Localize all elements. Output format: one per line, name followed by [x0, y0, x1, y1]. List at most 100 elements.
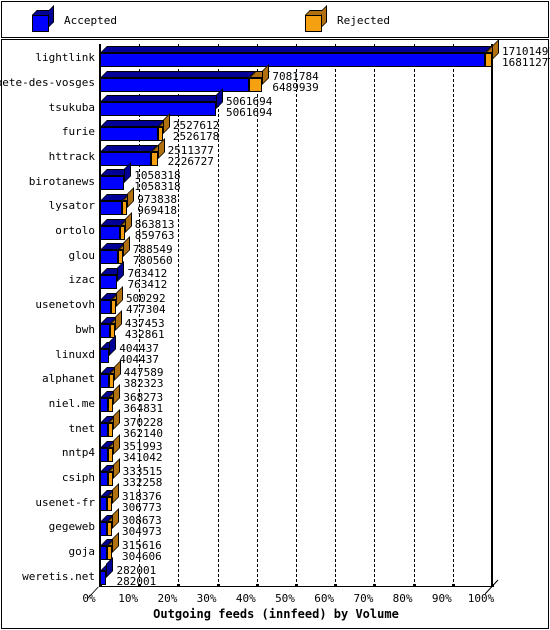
bar-birotanews [100, 162, 132, 191]
x-tick-label-70%: 70% [353, 592, 374, 605]
x-tick-mark [99, 584, 102, 587]
bar-segment-accepted [100, 349, 110, 363]
bar-segment-rejected [248, 77, 263, 92]
bar-row: bwh 437453 432861 [75, 310, 492, 341]
bar-value-labels: 1058318 1058318 [134, 170, 180, 192]
x-tick-mark [138, 584, 142, 587]
bar-value-accepted: 306773 [122, 500, 162, 514]
bar-row: usenetovh 500292 477304 [35, 285, 492, 317]
y-axis-label-httrack: httrack [48, 150, 95, 164]
bar-tsukuba [100, 88, 224, 117]
bar-usenet-fr [100, 483, 120, 512]
bar-value-accepted: 341042 [122, 451, 163, 465]
bar-segment-accepted [100, 102, 217, 117]
bar-lysator [100, 186, 135, 215]
bar-value-labels: 973838 969418 [137, 194, 177, 216]
bar-segment-rejected [106, 521, 112, 536]
plot-area: lightlink 17101491 16811277 bete-des-vosges… [0, 38, 550, 587]
bar-value-labels: 351993 341042 [123, 441, 163, 463]
bar-value-accepted: 16811277 [502, 56, 550, 70]
bar-top-face-accepted [100, 119, 165, 127]
y-axis-label-alphanet: alphanet [42, 372, 95, 386]
bar-row: httrack 2511377 2226727 [49, 137, 492, 169]
y-axis-label-gegeweb: gegeweb [48, 520, 95, 534]
y-axis-label-bete-des-vosges: bete-des-vosges [0, 76, 95, 89]
bar-value-accepted: 477304 [125, 303, 166, 317]
x-axis-title: Outgoing feeds (innfeed) by Volume [153, 607, 399, 621]
bar-value-labels: 437453 432861 [125, 318, 165, 340]
x-tick-mark [491, 584, 494, 587]
bar-izac [100, 260, 125, 289]
y-axis-label-nntp4: nntp4 [61, 446, 95, 460]
bar-segment-accepted [100, 77, 249, 92]
bar-value-accepted: 382323 [123, 377, 164, 391]
bar-value-labels: 308673 304973 [122, 515, 162, 537]
cube-icon [305, 4, 327, 32]
bar-value-accepted: 332258 [122, 475, 163, 489]
x-tick-mark [373, 584, 377, 587]
x-tick-label-0%: 0% [82, 592, 96, 605]
y-axis-label-birotanews: birotanews [28, 174, 95, 188]
y-axis-label-glou: glou [68, 248, 96, 262]
bar-value-accepted: 5061694 [226, 105, 273, 119]
bar-segment-accepted [100, 274, 118, 289]
bar-tnet [100, 409, 121, 438]
y-axis-label-goja: goja [68, 544, 96, 558]
bar-segment-rejected [110, 299, 116, 314]
x-tick-mark [334, 584, 338, 587]
bar-top-face-accepted [100, 70, 256, 78]
x-tick-mark [216, 584, 220, 587]
bar-value-labels: 2527612 2526178 [173, 120, 219, 142]
bar-value-accepted: 304973 [121, 525, 162, 539]
x-tick-label-40%: 40% [235, 592, 256, 605]
x-tick-label-60%: 60% [314, 592, 335, 605]
bar-row: csiph 333515 332258 [62, 458, 492, 489]
bar-value-labels: 5061694 5061694 [226, 96, 272, 118]
bar-value-labels: 763412 763412 [127, 268, 167, 290]
x-tick-label-20%: 20% [157, 592, 178, 605]
y-axis-label-tsukuba: tsukuba [48, 100, 95, 114]
bar-value-accepted: 859763 [134, 229, 175, 243]
bar-nntp4 [100, 433, 120, 462]
bar-segment-rejected [108, 373, 114, 388]
y-axis-label-lysator: lysator [48, 199, 95, 213]
bar-value-labels: 368273 364831 [123, 392, 163, 414]
bar-row: lightlink 17101491 16811277 [35, 38, 550, 69]
x-tick-mark [295, 584, 298, 587]
bar-segment-accepted [100, 497, 108, 512]
bar-segment-accepted [100, 299, 111, 314]
bar-segment-accepted [100, 324, 110, 339]
bar-value-labels: 282001 282001 [116, 565, 156, 587]
bar-linuxd [100, 335, 117, 363]
bar-row: furie 2527612 2526178 [62, 112, 492, 143]
chart-container: Accepted Rejected lightlink 17101491 16811… [0, 0, 550, 630]
bar-value-accepted: 404437 [119, 352, 160, 366]
bar-value-total: 370228 [123, 415, 164, 429]
bar-row: tsukuba 5061694 5061694 [49, 88, 492, 118]
x-tick-label-30%: 30% [196, 592, 217, 605]
bar-value-accepted: 1058318 [134, 179, 181, 193]
legend-item-accepted: Accepted [32, 2, 117, 39]
bar-value-labels: 863813 859763 [135, 219, 175, 241]
bar-value-accepted: 362140 [123, 426, 164, 440]
bar-value-accepted: 6489939 [272, 81, 319, 94]
bar-segment-rejected [157, 126, 163, 141]
bar-row: izac 763412 763412 [69, 260, 492, 291]
bar-segment-rejected [107, 447, 113, 462]
bar-side-face [492, 38, 499, 60]
bar-row: tnet 370228 362140 [69, 409, 492, 440]
bar-segment-accepted [100, 447, 108, 462]
bar-row: ortolo 863813 859763 [55, 211, 492, 242]
bar-value-accepted: 2226727 [167, 155, 214, 169]
x-tick-label-10%: 10% [118, 592, 139, 605]
legend-label-rejected: Rejected [337, 14, 390, 27]
plot-frame: lightlink 17101491 16811277 bete-des-vosges… [0, 38, 550, 629]
gridline-100% [492, 44, 493, 587]
bar-value-accepted: 780560 [132, 253, 173, 267]
bar-row: linuxd 404437 404437 [55, 335, 492, 366]
bar-segment-rejected [485, 52, 492, 67]
bar-value-accepted: 282001 [116, 574, 157, 588]
bar-gegeweb [100, 507, 119, 536]
x-tick-mark [451, 584, 455, 587]
y-axis-label-niel.me: niel.me [48, 396, 95, 410]
